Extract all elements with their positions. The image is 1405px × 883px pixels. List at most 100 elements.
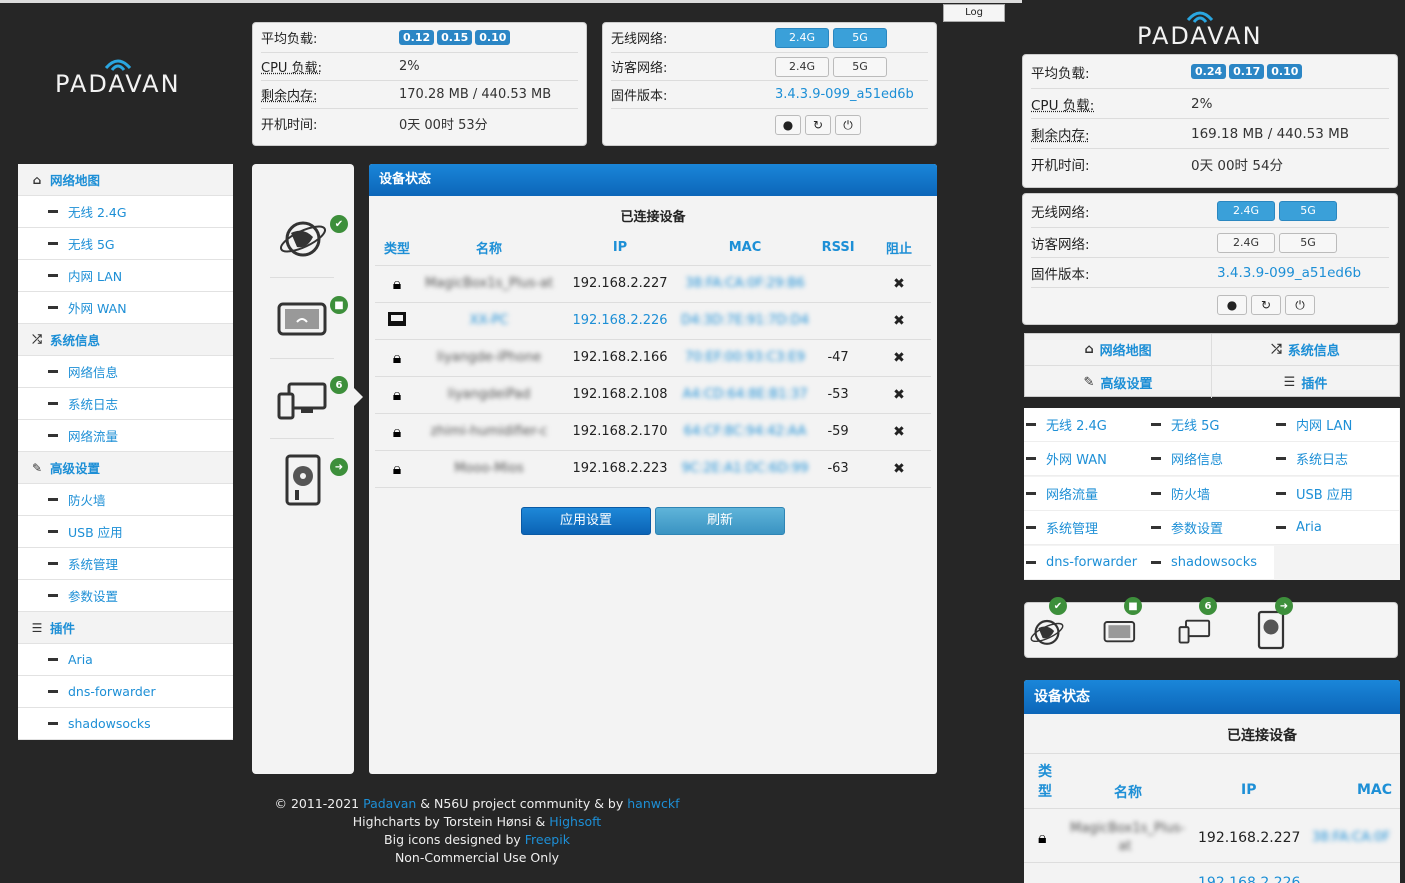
mobile-nav-advanced[interactable]: ✎ 高级设置 [1025, 366, 1212, 398]
block-icon[interactable]: ✖ [867, 450, 931, 488]
highsoft-link[interactable]: Highsoft [549, 814, 601, 829]
device-ip[interactable]: 192.168.2.226 [1198, 875, 1300, 883]
device-ip-text: 192.168.2.170 [572, 424, 668, 439]
device-name: liyangde-iPhone [419, 339, 559, 377]
wifi-5g-button[interactable]: 5G [833, 27, 887, 48]
cpu-label[interactable]: CPU 负载: [261, 57, 399, 76]
wireless-tablet-icon[interactable] [277, 290, 329, 346]
mobile-menu-item[interactable]: 外网 WAN [1024, 442, 1149, 477]
freepik-link[interactable]: Freepik [525, 832, 570, 847]
mobile-menu-item[interactable]: 系统日志 [1274, 442, 1399, 477]
mobile-menu-item[interactable]: 参数设置 [1149, 511, 1274, 546]
guest-5g-button[interactable]: 5G [833, 56, 887, 77]
reboot-icon[interactable]: ↻ [805, 115, 831, 135]
block-icon[interactable]: ✖ [867, 265, 931, 303]
sidebar-item-7[interactable]: 系统日志 [18, 388, 233, 420]
sidebar-item-15[interactable]: Aria [18, 644, 233, 676]
reboot-icon[interactable]: ↻ [1251, 295, 1281, 315]
mem-label[interactable]: 剩余内存: [1031, 124, 1191, 144]
mobile-menu-item[interactable]: Aria [1274, 511, 1399, 546]
firmware-label: 固件版本: [611, 89, 668, 104]
device-ip-text: 192.168.2.223 [572, 461, 668, 476]
sidebar-item-11[interactable]: USB 应用 [18, 516, 233, 548]
mobile-menu-item[interactable]: dns-forwarder [1024, 545, 1149, 580]
cpu-label[interactable]: CPU 负载: [1031, 94, 1191, 114]
padavan-logo[interactable]: PADAVAN [55, 52, 181, 98]
storage-disk-icon[interactable] [1251, 609, 1291, 651]
storage-disk-icon[interactable] [277, 452, 329, 508]
sidebar-item-8[interactable]: 网络流量 [18, 420, 233, 452]
load-15min: 0.10 [475, 30, 511, 45]
mobile-menu-item[interactable]: 内网 LAN [1274, 408, 1399, 442]
mobile-menu-label: 参数设置 [1171, 522, 1224, 538]
wireless-lock-badge: ■ [330, 296, 348, 314]
col-type: 类型 [1038, 764, 1052, 800]
log-button[interactable]: Log [943, 4, 1005, 22]
mobile-nav-system-info[interactable]: ⤮ 系统信息 [1212, 334, 1399, 366]
internet-globe-icon[interactable] [277, 209, 329, 265]
mobile-menu-item[interactable]: 无线 2.4G [1024, 408, 1149, 442]
sidebar-item-17[interactable]: shadowsocks [18, 708, 233, 740]
mobile-menu-item[interactable]: 防火墙 [1149, 476, 1274, 511]
mobile-menu-item[interactable]: 系统管理 [1024, 511, 1149, 546]
sidebar-item-label: USB 应用 [68, 525, 123, 540]
sidebar-header-9[interactable]: ✎ 高级设置 [18, 452, 233, 484]
wifi-5g-button[interactable]: 5G [1279, 200, 1337, 221]
clients-devices-icon[interactable] [1175, 613, 1215, 649]
mobile-nav-plugins[interactable]: ☰ 插件 [1212, 366, 1399, 398]
clients-devices-icon[interactable] [277, 372, 329, 428]
sidebar-header-0[interactable]: ⌂ 网络地图 [18, 164, 233, 196]
mobile-logo[interactable]: PADAVAN [1137, 4, 1263, 50]
firmware-link[interactable]: 3.4.3.9-099_a51ed6b [775, 87, 914, 102]
sidebar-item-16[interactable]: dns-forwarder [18, 676, 233, 708]
mobile-menu-item[interactable]: 网络信息 [1149, 442, 1274, 477]
apply-settings-button[interactable]: 应用设置 [521, 507, 651, 535]
device-name: zhimi-humidifier-c [419, 413, 559, 451]
internet-globe-icon[interactable] [1027, 611, 1067, 651]
power-icon[interactable]: ⏻ [1285, 295, 1315, 315]
sidebar-item-label: shadowsocks [68, 716, 151, 731]
sidebar-item-10[interactable]: 防火墙 [18, 484, 233, 516]
device-ip-text: 192.168.2.108 [572, 387, 668, 402]
mobile-menu-item[interactable]: shadowsocks [1149, 545, 1274, 580]
wifi-24g-button[interactable]: 2.4G [1217, 200, 1275, 221]
device-name-text: liyangde-iPhone [436, 350, 542, 365]
sidebar-item-12[interactable]: 系统管理 [18, 548, 233, 580]
wireless-tablet-icon[interactable] [1100, 613, 1140, 649]
sidebar-item-2[interactable]: 无线 5G [18, 228, 233, 260]
hanwckf-link[interactable]: hanwckf [627, 796, 679, 811]
dash-icon [48, 434, 58, 437]
mobile-menu-item[interactable]: 网络流量 [1024, 476, 1149, 511]
power-icon[interactable]: ⏻ [835, 115, 861, 135]
guest-5g-button[interactable]: 5G [1279, 232, 1337, 253]
dash-icon [48, 562, 58, 565]
device-ip[interactable]: 192.168.2.226 [559, 302, 681, 340]
mobile-nav-network-map[interactable]: ⌂ 网络地图 [1025, 334, 1212, 366]
sidebar-item-3[interactable]: 内网 LAN [18, 260, 233, 292]
padavan-link[interactable]: Padavan [363, 796, 416, 811]
list-icon: ☰ [1283, 374, 1296, 390]
refresh-button[interactable]: 刷新 [655, 507, 785, 535]
firmware-link[interactable]: 3.4.3.9-099_a51ed6b [1217, 265, 1361, 281]
device-mac: 9C:2E:A1:DC:6D:99 [681, 450, 810, 488]
user-icon[interactable]: ● [775, 115, 801, 135]
sidebar-item-13[interactable]: 参数设置 [18, 580, 233, 612]
mobile-menu-item[interactable]: 无线 5G [1149, 408, 1274, 442]
sidebar-item-6[interactable]: 网络信息 [18, 356, 233, 388]
block-icon[interactable]: ✖ [867, 339, 931, 377]
block-icon[interactable]: ✖ [867, 413, 931, 451]
sidebar-header-5[interactable]: ⤮ 系统信息 [18, 324, 233, 356]
mobile-menu-item[interactable]: USB 应用 [1274, 476, 1399, 511]
guest-24g-button[interactable]: 2.4G [775, 56, 829, 77]
block-icon[interactable]: ✖ [867, 376, 931, 414]
sidebar-header-14[interactable]: ☰ 插件 [18, 612, 233, 644]
sidebar-item-4[interactable]: 外网 WAN [18, 292, 233, 324]
mem-label[interactable]: 剩余内存: [261, 85, 399, 104]
mobile-network-box: 无线网络: 2.4G 5G 访客网络: 2.4G 5G 固件版本: 3.4.3.… [1022, 193, 1398, 325]
wifi-24g-button[interactable]: 2.4G [775, 27, 829, 48]
sidebar-item-1[interactable]: 无线 2.4G [18, 196, 233, 228]
user-icon[interactable]: ● [1217, 295, 1247, 315]
block-icon[interactable]: ✖ [867, 302, 931, 340]
guest-24g-button[interactable]: 2.4G [1217, 232, 1275, 253]
shuffle-icon: ⤮ [32, 332, 42, 346]
